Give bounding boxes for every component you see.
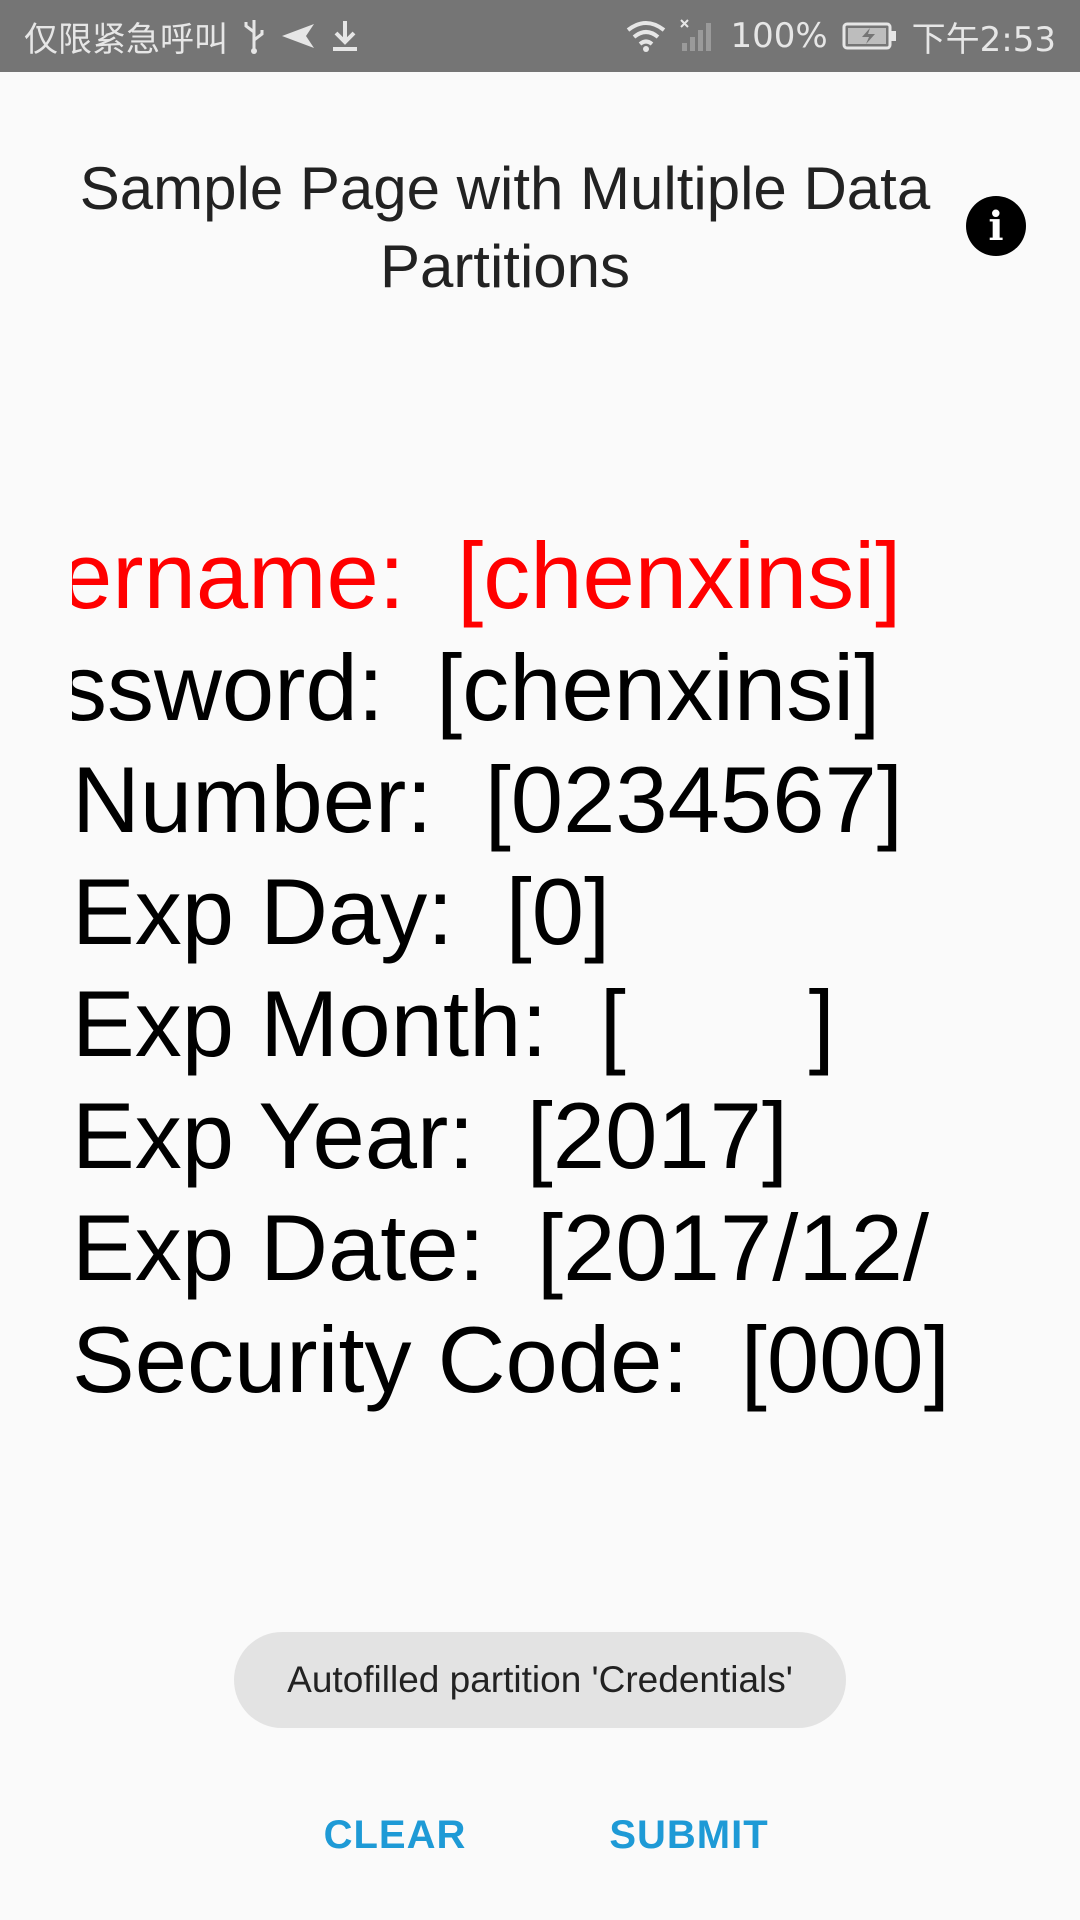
screen: 仅限紧急呼叫 100% 下午2:53 Sample Page with Mult… — [0, 0, 1080, 1920]
field-row[interactable]: Security Code: [000] — [72, 1304, 1080, 1416]
field-label: Exp Date: — [72, 1195, 485, 1300]
field-label: ssword: — [72, 635, 384, 740]
field-separator — [485, 1194, 537, 1302]
usb-icon — [242, 18, 266, 54]
toast-message: Autofilled partition 'Credentials' — [287, 1659, 793, 1700]
field-label: Number: — [72, 747, 433, 852]
wifi-icon — [626, 20, 666, 52]
field-value[interactable]: [2017/12/ — [537, 1194, 929, 1302]
battery-icon — [842, 22, 898, 50]
field-value[interactable]: [ ] — [600, 970, 835, 1078]
field-value[interactable]: [2017] — [527, 1082, 788, 1190]
status-bar-left: 仅限紧急呼叫 — [24, 0, 360, 72]
field-separator — [453, 858, 505, 966]
field-separator — [474, 1082, 526, 1190]
field-separator — [384, 634, 436, 742]
field-value[interactable]: [chenxinsi] — [436, 634, 880, 742]
field-separator — [405, 522, 457, 630]
field-value[interactable]: [chenxinsi] — [457, 522, 901, 630]
info-icon: i — [988, 202, 1004, 250]
info-button[interactable]: i — [966, 196, 1026, 256]
clear-button[interactable]: CLEAR — [310, 1800, 480, 1870]
field-label: Security Code: — [72, 1307, 689, 1412]
field-list: ername: [chenxinsi] ssword: [chenxinsi] Nu… — [72, 520, 1080, 1416]
field-label: Exp Day: — [72, 859, 454, 964]
field-row[interactable]: ername: [chenxinsi] — [72, 520, 1080, 632]
autofill-toast: Autofilled partition 'Credentials' — [234, 1632, 846, 1728]
field-label: Exp Month: — [72, 971, 548, 1076]
field-row[interactable]: Exp Year: [2017] — [72, 1080, 1080, 1192]
field-label: ername: — [72, 523, 405, 628]
field-row[interactable]: ssword: [chenxinsi] — [72, 632, 1080, 744]
carrier-text: 仅限紧急呼叫 — [24, 19, 228, 60]
field-row[interactable]: Number: [0234567] — [72, 744, 1080, 856]
status-bar: 仅限紧急呼叫 100% 下午2:53 — [0, 0, 1080, 72]
field-separator — [547, 970, 599, 1078]
field-value[interactable]: [000] — [741, 1306, 950, 1414]
send-icon — [280, 21, 316, 51]
status-bar-right: 100% 下午2:53 — [626, 0, 1056, 72]
battery-percent: 100% — [730, 16, 828, 56]
field-row[interactable]: Exp Day: [0] — [72, 856, 1080, 968]
field-row[interactable]: Exp Month: [ ] — [72, 968, 1080, 1080]
field-row[interactable]: Exp Date: [2017/12/ — [72, 1192, 1080, 1304]
download-icon — [330, 19, 360, 53]
field-value[interactable]: [0234567] — [485, 746, 903, 854]
field-label: Exp Year: — [72, 1083, 475, 1188]
field-value[interactable]: [0] — [506, 858, 611, 966]
field-separator — [432, 746, 484, 854]
page-title: Sample Page with Multiple Data Partition… — [79, 155, 931, 300]
clock: 下午2:53 — [911, 19, 1056, 60]
submit-button[interactable]: SUBMIT — [594, 1800, 784, 1870]
signal-icon — [680, 19, 716, 53]
field-separator — [689, 1306, 741, 1414]
